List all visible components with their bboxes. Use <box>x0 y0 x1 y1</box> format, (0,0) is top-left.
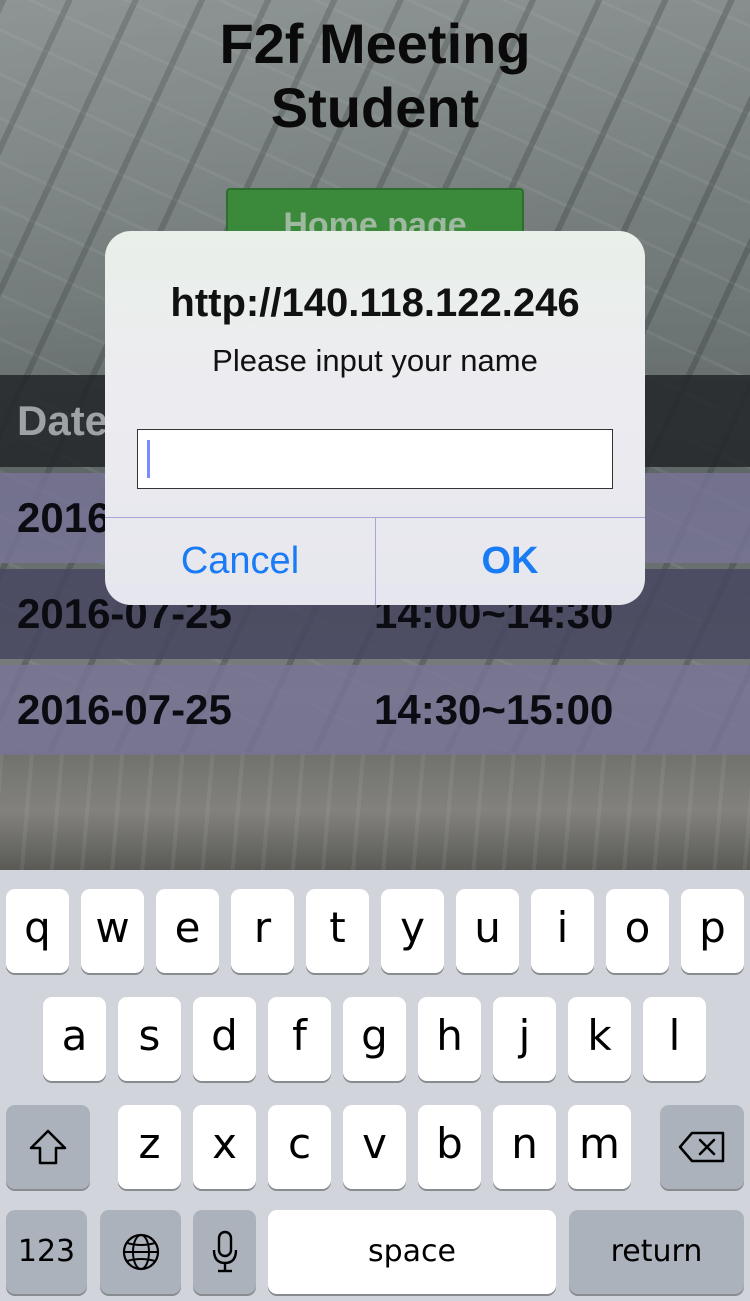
shift-key[interactable] <box>6 1105 90 1189</box>
key-b[interactable]: b <box>418 1105 481 1189</box>
key-l[interactable]: l <box>643 997 706 1081</box>
key-e[interactable]: e <box>156 889 219 973</box>
key-n[interactable]: n <box>493 1105 556 1189</box>
globe-icon <box>122 1233 159 1271</box>
return-key[interactable]: return <box>569 1210 744 1294</box>
key-k[interactable]: k <box>568 997 631 1081</box>
delete-icon <box>678 1131 725 1163</box>
ok-button[interactable]: OK <box>375 518 645 605</box>
key-d[interactable]: d <box>193 997 256 1081</box>
key-i[interactable]: i <box>531 889 594 973</box>
key-a[interactable]: a <box>43 997 106 1081</box>
microphone-key[interactable] <box>193 1210 256 1294</box>
key-h[interactable]: h <box>418 997 481 1081</box>
key-m[interactable]: m <box>568 1105 631 1189</box>
globe-key[interactable] <box>100 1210 181 1294</box>
key-x[interactable]: x <box>193 1105 256 1189</box>
key-p[interactable]: p <box>681 889 744 973</box>
key-q[interactable]: q <box>6 889 69 973</box>
page-title-line2: Student <box>270 76 480 139</box>
shift-icon <box>29 1129 67 1165</box>
key-j[interactable]: j <box>493 997 556 1081</box>
row-date: 2016-07-25 <box>17 686 232 733</box>
table-row[interactable]: 2016-07-25 14:30~15:00 <box>0 665 750 755</box>
key-v[interactable]: v <box>343 1105 406 1189</box>
name-input[interactable] <box>137 429 613 489</box>
row-date: 2016 <box>17 494 111 541</box>
dialog-message: Please input your name <box>212 343 538 378</box>
prompt-dialog: http://140.118.122.246 Please input your… <box>105 231 645 605</box>
text-caret <box>147 440 150 478</box>
header-date: Date <box>17 397 109 444</box>
key-f[interactable]: f <box>268 997 331 1081</box>
delete-key[interactable] <box>660 1105 744 1189</box>
dialog-title: http://140.118.122.246 <box>170 281 580 325</box>
space-key[interactable]: space <box>268 1210 556 1294</box>
microphone-icon <box>212 1230 237 1273</box>
key-g[interactable]: g <box>343 997 406 1081</box>
numbers-key[interactable]: 123 <box>6 1210 87 1294</box>
key-z[interactable]: z <box>118 1105 181 1189</box>
page-title-line1: F2f Meeting <box>219 12 531 75</box>
key-w[interactable]: w <box>81 889 144 973</box>
key-o[interactable]: o <box>606 889 669 973</box>
key-r[interactable]: r <box>231 889 294 973</box>
row-time: 14:30~15:00 <box>374 686 614 733</box>
onscreen-keyboard: q w e r t y u i o p a s d f g h j k l z … <box>0 870 750 1301</box>
cancel-button[interactable]: Cancel <box>105 518 375 605</box>
key-y[interactable]: y <box>381 889 444 973</box>
key-u[interactable]: u <box>456 889 519 973</box>
key-s[interactable]: s <box>118 997 181 1081</box>
key-c[interactable]: c <box>268 1105 331 1189</box>
key-t[interactable]: t <box>306 889 369 973</box>
page-title: F2f Meeting Student <box>0 12 750 140</box>
